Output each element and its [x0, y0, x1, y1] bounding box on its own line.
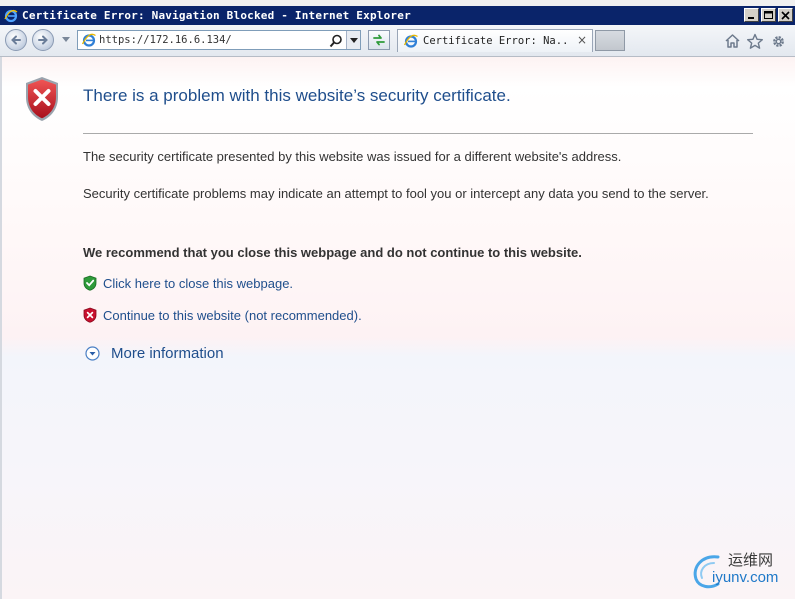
continue-row: Continue to this website (not recommende… — [83, 307, 362, 323]
search-icon[interactable] — [329, 33, 343, 48]
recent-pages-dropdown[interactable] — [62, 37, 70, 42]
back-button[interactable] — [5, 29, 27, 51]
tab-certificate-error[interactable]: Certificate Error: Na... × — [397, 29, 593, 52]
command-icons — [723, 32, 787, 50]
more-information-toggle[interactable]: More information — [85, 345, 224, 362]
recommendation-text: We recommend that you close this webpage… — [83, 245, 582, 260]
page-title: There is a problem with this website’s s… — [83, 86, 511, 105]
divider — [83, 133, 753, 134]
site-watermark: 运维网 iyunv.com — [688, 547, 792, 593]
window-controls — [744, 8, 793, 22]
favorites-button[interactable] — [746, 32, 764, 50]
forward-arrow-icon — [38, 35, 48, 45]
new-tab-button[interactable] — [595, 30, 625, 51]
refresh-button[interactable] — [368, 30, 390, 50]
address-bar[interactable] — [77, 30, 361, 50]
ie-logo-icon — [3, 8, 19, 24]
ie-page-icon — [403, 33, 419, 49]
star-icon — [747, 33, 763, 49]
cert-warning: Security certificate problems may indica… — [83, 186, 709, 201]
more-information-label: More information — [111, 345, 224, 362]
title-bar[interactable]: Certificate Error: Navigation Blocked - … — [0, 6, 795, 25]
watermark-en: iyunv.com — [712, 569, 779, 586]
address-input[interactable] — [99, 32, 329, 48]
cert-description: The security certificate presented by th… — [83, 149, 622, 164]
continue-link[interactable]: Continue to this website (not recommende… — [103, 308, 362, 323]
address-dropdown-button[interactable] — [346, 31, 360, 49]
minimize-icon — [748, 16, 754, 19]
maximize-button[interactable] — [761, 8, 776, 22]
refresh-icon — [373, 34, 385, 46]
ie-page-icon — [81, 32, 97, 48]
ie-window: Certificate Error: Navigation Blocked - … — [0, 0, 795, 599]
close-webpage-link[interactable]: Click here to close this webpage. — [103, 276, 293, 291]
window-title: Certificate Error: Navigation Blocked - … — [22, 9, 411, 22]
red-shield-icon — [83, 307, 97, 323]
back-arrow-icon — [11, 35, 21, 45]
navigation-bar: Certificate Error: Na... × — [0, 25, 795, 57]
close-window-button[interactable] — [778, 8, 793, 22]
tools-button[interactable] — [769, 32, 787, 50]
forward-button[interactable] — [32, 29, 54, 51]
home-icon — [724, 34, 740, 48]
tab-close-button[interactable]: × — [577, 34, 587, 46]
watermark-cn: 运维网 — [728, 551, 774, 569]
maximize-icon — [764, 10, 773, 19]
close-webpage-row: Click here to close this webpage. — [83, 275, 293, 291]
green-shield-icon — [83, 275, 97, 291]
close-icon — [781, 10, 790, 20]
home-button[interactable] — [723, 32, 741, 50]
error-shield-icon — [26, 77, 58, 121]
page-content: There is a problem with this website’s s… — [0, 57, 795, 599]
minimize-button[interactable] — [744, 8, 759, 22]
gear-icon — [772, 35, 784, 47]
chevron-down-circle-icon — [85, 346, 100, 361]
tab-label: Certificate Error: Na... — [423, 35, 568, 47]
